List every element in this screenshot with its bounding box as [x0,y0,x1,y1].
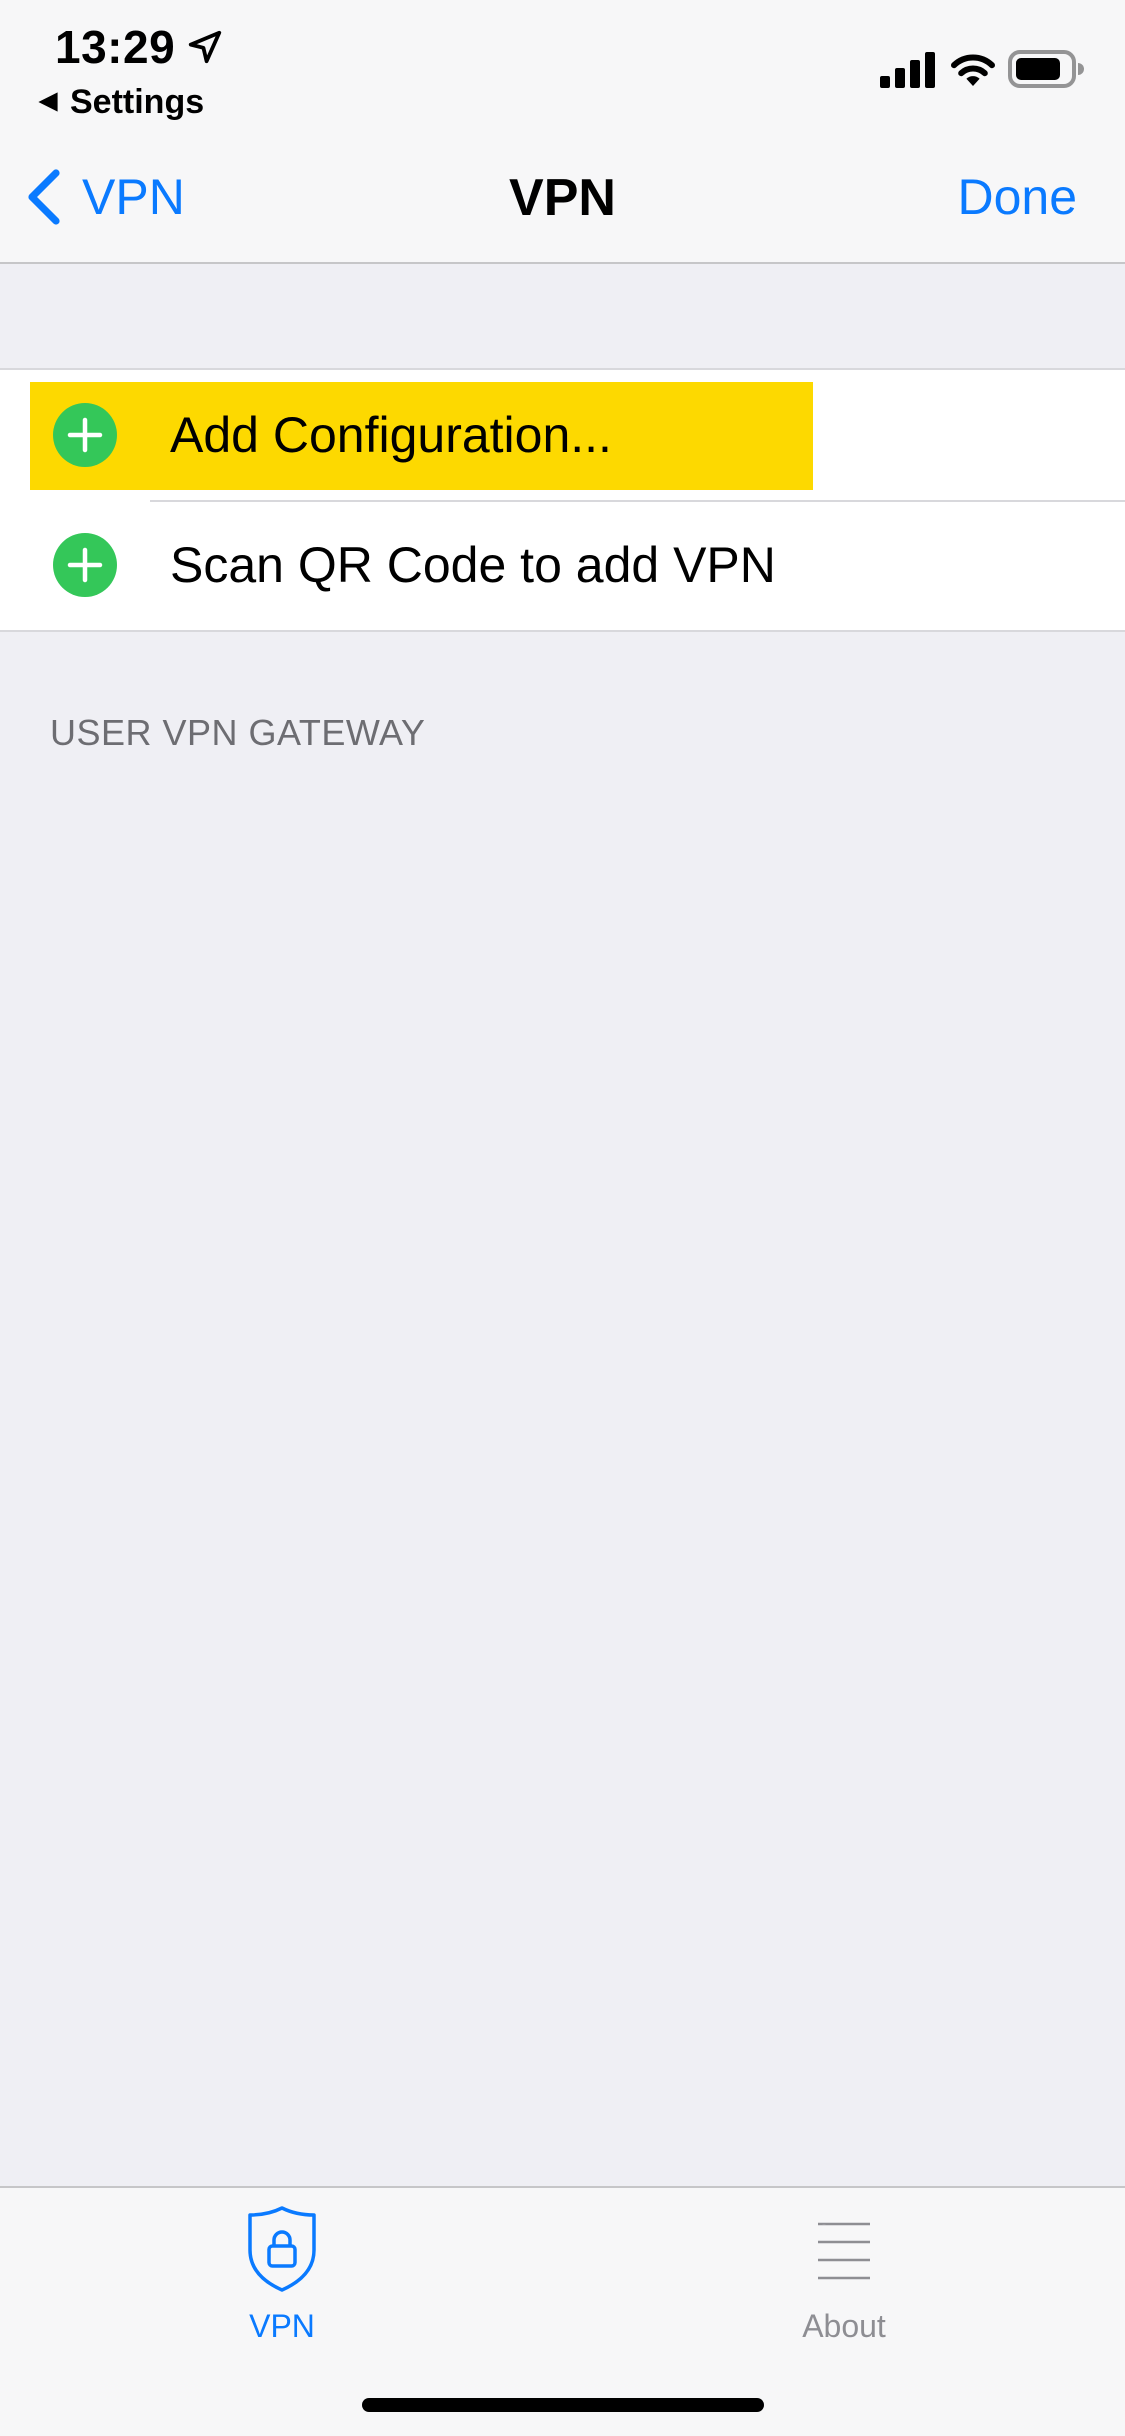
status-bar: 13:29 Settings [0,0,1125,132]
add-configuration-label: Add Configuration... [170,407,612,463]
list-icon [818,2222,870,2280]
back-to-settings-link[interactable]: Settings [36,80,204,124]
vpn-options-list: Add Configuration... Scan QR Code to add… [0,368,1125,632]
home-indicator [362,2398,764,2412]
plus-circle-icon [53,403,117,467]
tab-about-label: About [802,2308,886,2344]
nav-back-button[interactable]: VPN [24,162,185,232]
section-header-user-vpn-gateway: USER VPN GATEWAY [50,712,426,753]
tab-bar: VPN About [0,2186,1125,2436]
back-triangle-icon [38,92,58,112]
wifi-icon [951,54,995,86]
add-configuration-row[interactable]: Add Configuration... [0,370,1125,500]
tab-about[interactable]: About [724,2204,964,2354]
shield-lock-icon [248,2206,316,2292]
status-time: 13:29 [55,21,176,73]
done-button[interactable]: Done [957,168,1077,226]
scan-qr-code-row[interactable]: Scan QR Code to add VPN [0,500,1125,630]
location-arrow-icon [188,30,222,64]
tab-vpn-label: VPN [249,2308,315,2344]
plus-circle-icon [53,533,117,597]
tab-vpn[interactable]: VPN [162,2204,402,2354]
navigation-bar: VPN VPN Done [0,132,1125,264]
scan-qr-code-label: Scan QR Code to add VPN [170,537,776,593]
back-app-label: Settings [70,82,205,121]
nav-back-label: VPN [82,169,185,225]
cellular-signal-icon [880,52,935,88]
battery-icon [1008,50,1084,88]
chevron-left-icon [28,169,60,225]
